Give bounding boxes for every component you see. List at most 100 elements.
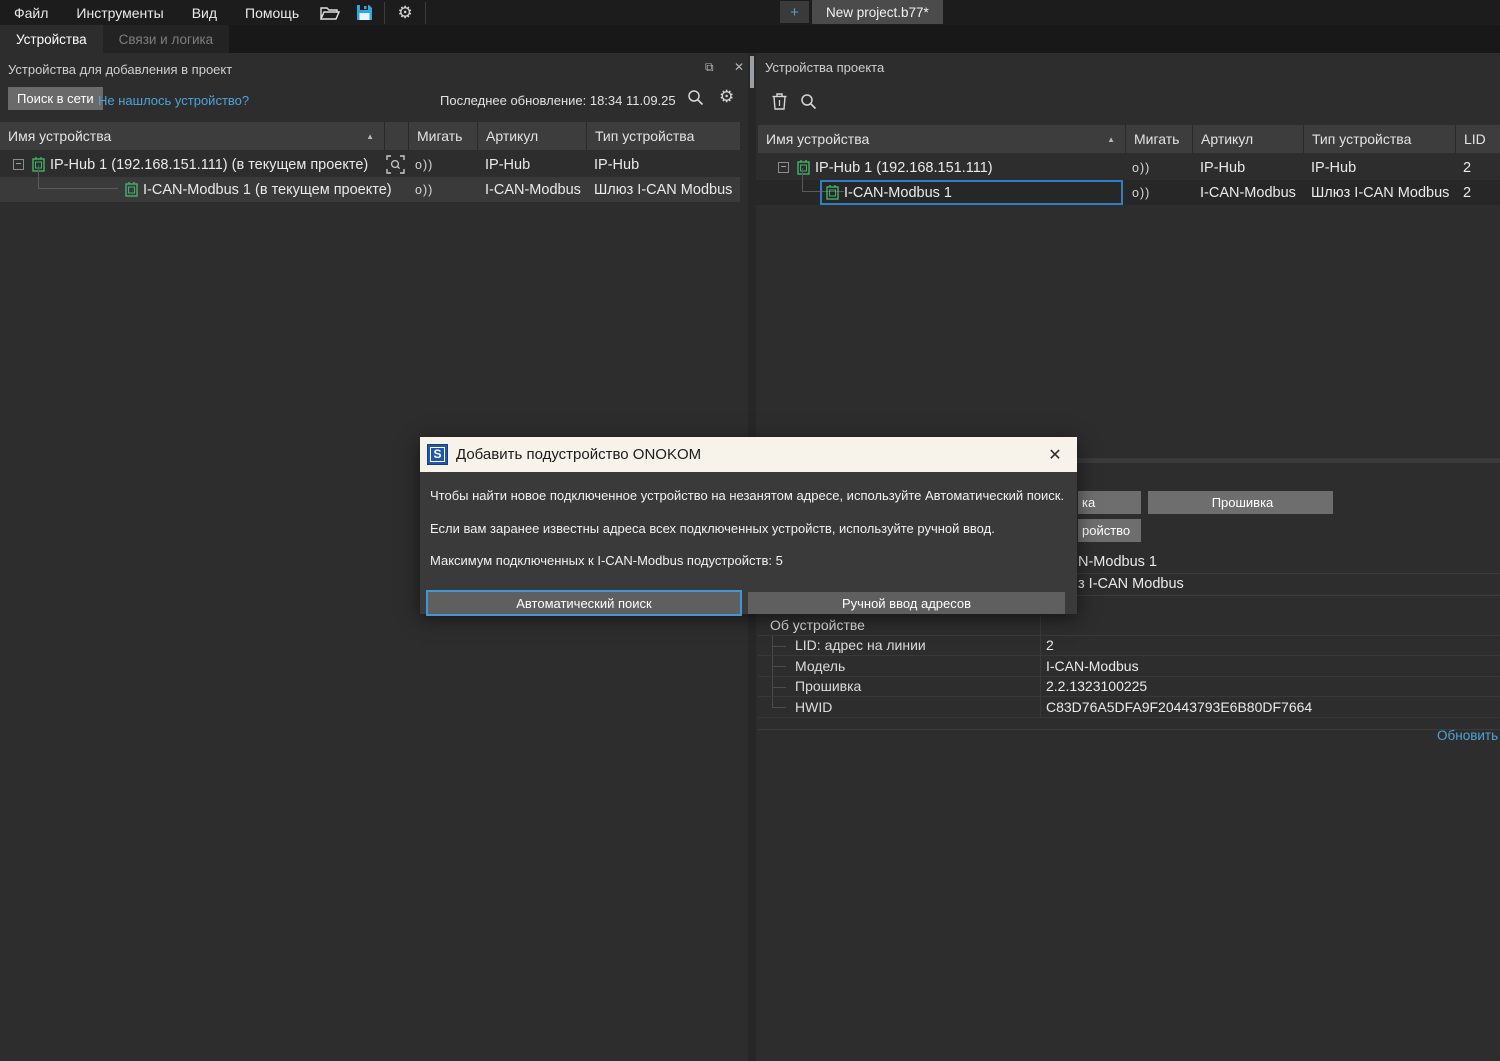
- column-header-article[interactable]: Артикул: [477, 122, 586, 150]
- blink-icon[interactable]: о)): [1132, 180, 1150, 205]
- dialog-text-line1: Чтобы найти новое подключенное устройств…: [430, 488, 1064, 503]
- menu-help[interactable]: Помощь: [231, 0, 313, 25]
- device-type-label: Шлюз I-CAN Modbus: [594, 177, 732, 202]
- menubar-separator: [425, 2, 426, 24]
- tree-connector: [38, 165, 118, 189]
- dialog-text-line2: Если вам заранее известны адреса всех по…: [430, 521, 995, 536]
- selected-name-cell[interactable]: I-CAN-Modbus 1: [820, 180, 1123, 205]
- float-panel-icon[interactable]: ⧉: [705, 60, 714, 75]
- manual-input-button[interactable]: Ручной ввод адресов: [748, 592, 1065, 614]
- tree-guide-stub: [772, 707, 786, 708]
- left-table-header: Имя устройства ▲ Мигать Артикул Тип устр…: [0, 122, 740, 150]
- add-subdevice-dialog: S Добавить подустройство ONOKOM ✕ Чтобы …: [420, 437, 1077, 614]
- dialog-body: Чтобы найти новое подключенное устройств…: [420, 472, 1077, 614]
- info-value: C83D76A5DFA9F20443793E6B80DF7664: [1046, 699, 1312, 715]
- device-type-label: IP-Hub: [1311, 155, 1356, 180]
- tree-guide-stub: [772, 646, 786, 647]
- info-label: Прошивка: [795, 678, 861, 694]
- info-label: Модель: [795, 658, 845, 674]
- gear-icon[interactable]: ⚙: [719, 87, 734, 107]
- sort-asc-icon: ▲: [366, 132, 374, 141]
- column-header-empty[interactable]: [384, 122, 408, 150]
- info-label: HWID: [795, 699, 832, 715]
- about-device-header: Об устройстве: [770, 617, 865, 633]
- dialog-close-icon[interactable]: ✕: [1033, 437, 1077, 472]
- column-header-blink[interactable]: Мигать: [1125, 125, 1192, 153]
- info-value: 2: [1046, 637, 1054, 653]
- auto-search-button[interactable]: Автоматический поиск: [428, 592, 740, 614]
- column-header-type[interactable]: Тип устройства: [1303, 125, 1455, 153]
- expand-icon[interactable]: −: [778, 155, 789, 180]
- column-header-article[interactable]: Артикул: [1192, 125, 1303, 153]
- left-panel-title: Устройства для добавления в проект: [8, 61, 232, 79]
- about-device-grid: Об устройстве LID: адрес на линии 2 Моде…: [758, 615, 1500, 718]
- info-row[interactable]: Прошивка 2.2.1323100225: [758, 677, 1500, 698]
- device-icon: [826, 185, 839, 200]
- save-icon[interactable]: [347, 0, 381, 25]
- expand-icon[interactable]: −: [13, 152, 24, 177]
- menu-tools[interactable]: Инструменты: [62, 0, 177, 25]
- close-panel-icon[interactable]: ✕: [734, 60, 744, 74]
- project-tab[interactable]: New project.b77*: [812, 0, 943, 24]
- onokom-logo-icon: S: [427, 444, 448, 465]
- dialog-titlebar[interactable]: S Добавить подустройство ONOKOM ✕: [420, 437, 1077, 472]
- device-lid-label: 2: [1463, 155, 1471, 180]
- device-name-fragment: N-Modbus 1: [1078, 554, 1157, 570]
- settings-button-truncated[interactable]: ка: [1078, 491, 1141, 514]
- blink-icon[interactable]: о)): [415, 177, 433, 202]
- column-header-name[interactable]: Имя устройства ▲: [0, 122, 384, 150]
- table-row[interactable]: I-CAN-Modbus 1 (в текущем проекте) о)) I…: [0, 177, 740, 202]
- last-update-label: Последнее обновление: 18:34 11.09.25: [440, 93, 676, 108]
- info-label: LID: адрес на линии: [795, 637, 926, 653]
- about-device-header-row[interactable]: Об устройстве: [758, 615, 1500, 636]
- tab-links-logic[interactable]: Связи и логика: [103, 25, 230, 53]
- identify-scan-icon[interactable]: [386, 152, 405, 177]
- tree-guide-stub: [772, 666, 786, 667]
- dialog-text-line3: Максимум подключенных к I-CAN-Modbus под…: [430, 553, 783, 568]
- right-table-header: Имя устройства ▲ Мигать Артикул Тип устр…: [758, 125, 1500, 153]
- device-button-truncated[interactable]: ройство: [1078, 519, 1141, 542]
- table-row[interactable]: − IP-Hub 1 (192.168.151.111) о)) IP-Hub …: [756, 155, 1500, 180]
- device-type-label: Шлюз I-CAN Modbus: [1311, 180, 1449, 205]
- menubar-separator: [384, 2, 385, 24]
- search-icon[interactable]: [687, 89, 704, 106]
- splitter-grip[interactable]: [750, 56, 754, 88]
- column-header-type[interactable]: Тип устройства: [586, 122, 740, 150]
- firmware-button[interactable]: Прошивка: [1148, 491, 1333, 514]
- device-article-label: IP-Hub: [1200, 155, 1245, 180]
- info-row[interactable]: LID: адрес на линии 2: [758, 636, 1500, 657]
- view-tabbar: Устройства Связи и логика: [0, 25, 1500, 53]
- search-icon[interactable]: [800, 93, 817, 110]
- info-row[interactable]: HWID C83D76A5DFA9F20443793E6B80DF7664: [758, 697, 1500, 718]
- menu-file[interactable]: Файл: [0, 0, 62, 25]
- device-article-label: IP-Hub: [485, 152, 530, 177]
- sort-asc-icon: ▲: [1107, 135, 1115, 144]
- column-header-lid[interactable]: LID: [1455, 125, 1500, 153]
- new-project-tab-button[interactable]: +: [780, 1, 809, 23]
- row-separator: [1072, 573, 1500, 574]
- table-row[interactable]: I-CAN-Modbus 1 о)) I-CAN-Modbus Шлюз I-C…: [756, 180, 1500, 205]
- info-row[interactable]: Модель I-CAN-Modbus: [758, 656, 1500, 677]
- tab-devices[interactable]: Устройства: [0, 25, 103, 53]
- info-value: I-CAN-Modbus: [1046, 658, 1139, 674]
- device-lid-label: 2: [1463, 180, 1471, 205]
- info-value: 2.2.1323100225: [1046, 678, 1147, 694]
- device-name-label: I-CAN-Modbus 1 (в текущем проекте): [143, 177, 392, 202]
- device-article-label: I-CAN-Modbus: [485, 177, 581, 202]
- device-icon: [125, 177, 138, 202]
- device-type-fragment: з I-CAN Modbus: [1078, 576, 1184, 592]
- device-article-label: I-CAN-Modbus: [1200, 180, 1296, 205]
- blink-icon[interactable]: о)): [415, 152, 433, 177]
- right-panel-title: Устройства проекта: [765, 59, 884, 77]
- column-header-name[interactable]: Имя устройства ▲: [758, 125, 1125, 153]
- refresh-link[interactable]: Обновить: [1437, 728, 1498, 743]
- device-not-found-link[interactable]: Не нашлось устройство?: [98, 93, 249, 108]
- column-header-blink[interactable]: Мигать: [408, 122, 477, 150]
- settings-gear-icon[interactable]: ⚙: [388, 0, 422, 25]
- search-network-button[interactable]: Поиск в сети: [8, 87, 103, 110]
- device-type-label: IP-Hub: [594, 152, 639, 177]
- delete-device-icon[interactable]: [772, 93, 787, 110]
- blink-icon[interactable]: о)): [1132, 155, 1150, 180]
- menu-view[interactable]: Вид: [178, 0, 231, 25]
- open-folder-icon[interactable]: [313, 0, 347, 25]
